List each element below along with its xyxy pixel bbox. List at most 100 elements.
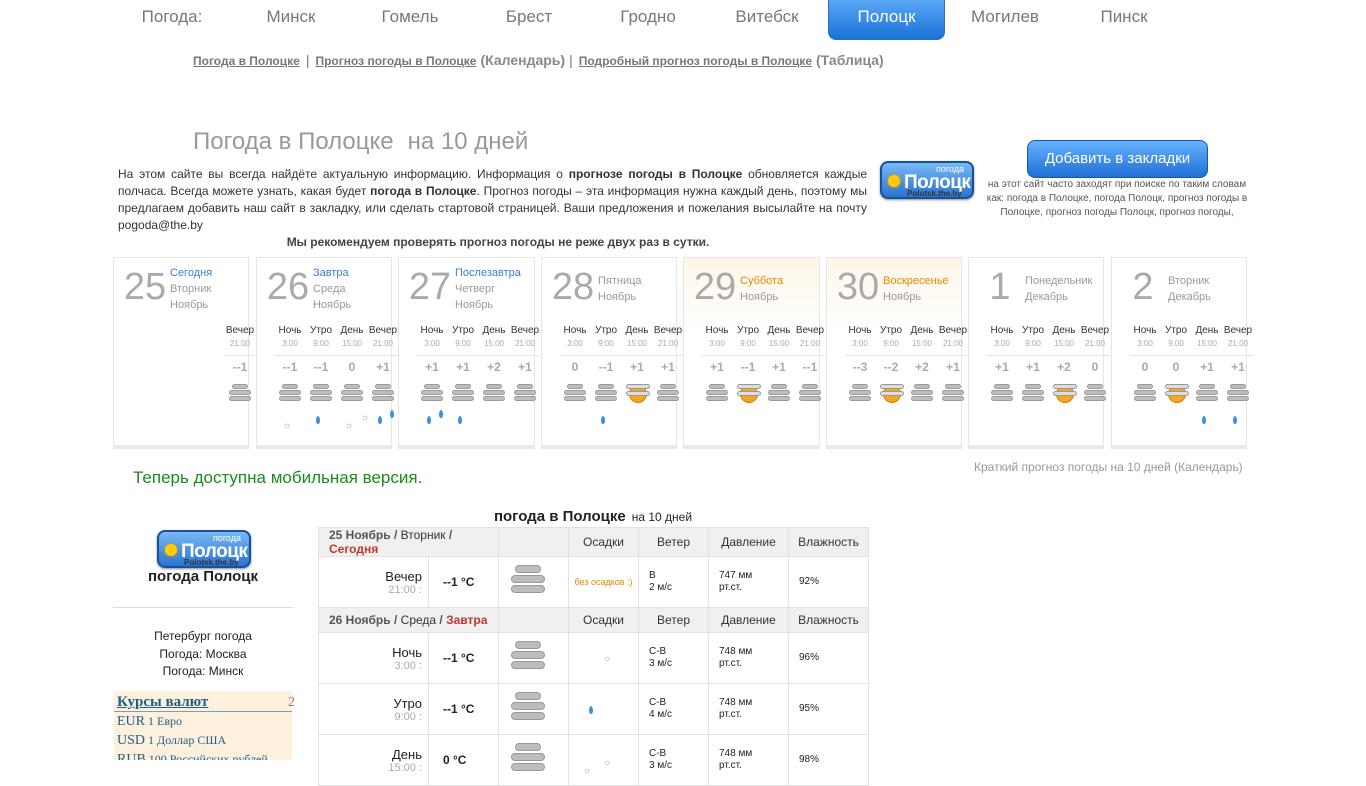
period-time: 21:00 <box>368 338 398 356</box>
humidity-cell: 98% <box>788 734 869 786</box>
currency-title[interactable]: Курсы валют <box>114 691 292 712</box>
link-forecast-polotsk[interactable]: Прогноз погоды в Полоцке <box>315 54 476 68</box>
weather-icon-cell <box>498 632 569 684</box>
cloud-icon <box>338 382 366 404</box>
nav-city-vitebsk[interactable]: Витебск <box>709 0 825 40</box>
icon-header <box>498 607 569 633</box>
calendar-link[interactable]: Краткий прогноз погоды на 10 дней (Кален… <box>974 460 1243 474</box>
day-card[interactable]: 1 Понедельник Декабрь Ночь 3:00 +1 Утро 9:00 +1 Д… <box>968 257 1110 449</box>
nav-city-gomel[interactable]: Гомель <box>352 0 468 40</box>
day-card[interactable]: 30 Воскресенье Ноябрь Ночь 3:00 --3 Утро 9:00 --… <box>826 257 968 449</box>
weather-icon-slot <box>560 378 590 408</box>
weather-icon-slot <box>795 378 825 408</box>
link-weather-polotsk[interactable]: Погода в Полоцке <box>193 54 300 68</box>
period-column: День 15:00 +2 <box>1049 324 1079 438</box>
weather-icon-slot <box>653 378 683 408</box>
cloud-icon <box>939 382 967 404</box>
col-header-press: Давление <box>708 607 789 633</box>
day-labels: Вторник Декабрь <box>1168 273 1211 305</box>
humidity-cell: 95% <box>788 683 869 735</box>
currency-row: RUB 100 Российских рублей <box>114 750 292 760</box>
col-header-prec: Осадки <box>568 607 639 633</box>
day-card[interactable]: 29 Суббота Ноябрь Ночь 3:00 +1 Утро 9:00 --1 День… <box>683 257 825 449</box>
day-weekday: Суббота <box>740 275 784 287</box>
day-weekday: Вторник <box>170 283 212 295</box>
precip-slot <box>907 408 937 438</box>
period-temp: +2 <box>915 360 929 374</box>
period-time: 21:00 <box>510 338 540 356</box>
link-petersburg[interactable]: Петербург погода <box>113 629 293 643</box>
period-name: Вечер <box>653 325 683 336</box>
day-card[interactable]: 26 Завтра Среда Ноябрь Ночь 3:00 --1 ☼ Утро 9:00-… <box>256 257 398 449</box>
day-card[interactable]: 2 Вторник Декабрь Ночь 3:00 0 Утро 9:00 0 День 15:… <box>1111 257 1253 449</box>
link-detailed-forecast[interactable]: Подробный прогноз погоды в Полоцке <box>579 54 812 68</box>
period-name: Утро <box>309 325 333 336</box>
snowflake-icon: ☼ <box>603 757 612 767</box>
day-card[interactable]: 28 Пятница Ноябрь Ночь 3:00 0 Утро 9:00 --1 День 1… <box>541 257 683 449</box>
sun-icon <box>165 544 177 556</box>
period-column: День 15:00 +1 <box>764 324 794 438</box>
logo-sub-text: Polotsk.the.by <box>907 189 962 198</box>
period-column: Вечер 21:00 --1 <box>795 324 825 438</box>
day-labels: Сегодня Вторник Ноябрь <box>170 265 212 313</box>
nav-city-minsk[interactable]: Минск <box>233 0 349 40</box>
currency-desc: 1 Евро <box>148 714 182 728</box>
precip-slot <box>1223 408 1253 438</box>
pressure-unit: рт.ст. <box>719 582 742 593</box>
separator: | <box>569 52 573 68</box>
temperature-cell: --1 °C <box>428 556 499 608</box>
day-card[interactable]: 27 Послезавтра Четверг Ноябрь Ночь 3:00 +1 Утро… <box>398 257 540 449</box>
period-column: День 15:00 0 ☼ ☼ <box>337 324 369 438</box>
table-title: погода в Полоцке на 10 дней <box>318 508 868 525</box>
period-column: Ночь 3:00 --1 ☼ <box>275 324 305 438</box>
period-time: 9:00 : <box>394 710 422 723</box>
period-column: День 15:00 +2 <box>907 324 937 438</box>
link-minsk[interactable]: Погода: Минск <box>113 664 293 678</box>
nav-city-grodno[interactable]: Гродно <box>590 0 706 40</box>
weather-icon-slot <box>938 378 968 408</box>
day-card[interactable]: 25 Сегодня Вторник Ноябрь Вечер 21:00 --1 <box>113 257 255 449</box>
weather-icon-slot <box>417 378 447 408</box>
day-weekday: Вторник <box>1168 275 1210 287</box>
nav-city-polotsk[interactable]: Полоцк <box>828 0 945 40</box>
nav-city-mogilev[interactable]: Могилев <box>947 0 1063 40</box>
period-column: Утро 9:00 --1 <box>591 324 621 438</box>
add-bookmark-button[interactable]: Добавить в закладки <box>1027 140 1208 178</box>
wind-speed: 3 м/с <box>649 760 672 771</box>
period-temp: --1 <box>740 360 756 374</box>
cloud-icon <box>1081 382 1109 404</box>
forecast-row: День 15:00 :0 °C ☼ ☼ С-В 3 м/с 748 мм рт.ст. 98% <box>318 734 869 786</box>
period-temp: 0 <box>571 360 579 374</box>
cloud-icon <box>1131 382 1159 404</box>
day-number: 25 <box>123 266 167 308</box>
nav-city-pinsk[interactable]: Пинск <box>1066 0 1182 40</box>
cloud-icon <box>307 382 335 404</box>
weather-icon-slot <box>479 378 509 408</box>
relative-day: Завтра <box>446 613 488 627</box>
period-name: Вечер <box>368 325 398 336</box>
mobile-version-note[interactable]: Теперь доступна мобильная версия. <box>133 468 422 488</box>
period-column: День 15:00 +2 <box>479 324 509 438</box>
nav-label: Погода: <box>141 7 203 26</box>
precip-slot <box>795 408 825 438</box>
weekday-value: Вторник <box>400 528 446 542</box>
day-month: Ноябрь <box>740 291 779 303</box>
humidity-cell: 92% <box>788 556 869 608</box>
rain-drop-icon <box>316 416 320 424</box>
temperature-cell: 0 °C <box>428 734 499 786</box>
cloud-icon <box>509 641 549 673</box>
period-name: Вечер <box>225 325 255 336</box>
period-name: Ночь <box>392 644 422 660</box>
period-time: 15:00 <box>622 338 652 356</box>
nav-city-brest[interactable]: Брест <box>471 0 587 40</box>
contact-email[interactable]: pogoda@the.by <box>118 218 203 232</box>
period-temp: --1 <box>802 360 818 374</box>
cloud-icon <box>509 743 549 775</box>
period-temp: +1 <box>995 360 1009 374</box>
link-moscow[interactable]: Погода: Москва <box>113 647 293 661</box>
search-keywords-note: на этот сайт часто заходят при поиске по… <box>986 179 1248 218</box>
cloud-icon <box>592 382 620 404</box>
sun-cloud-icon <box>878 382 904 404</box>
precip-slot <box>733 408 763 438</box>
col-header-hum: Влажность <box>788 607 869 633</box>
